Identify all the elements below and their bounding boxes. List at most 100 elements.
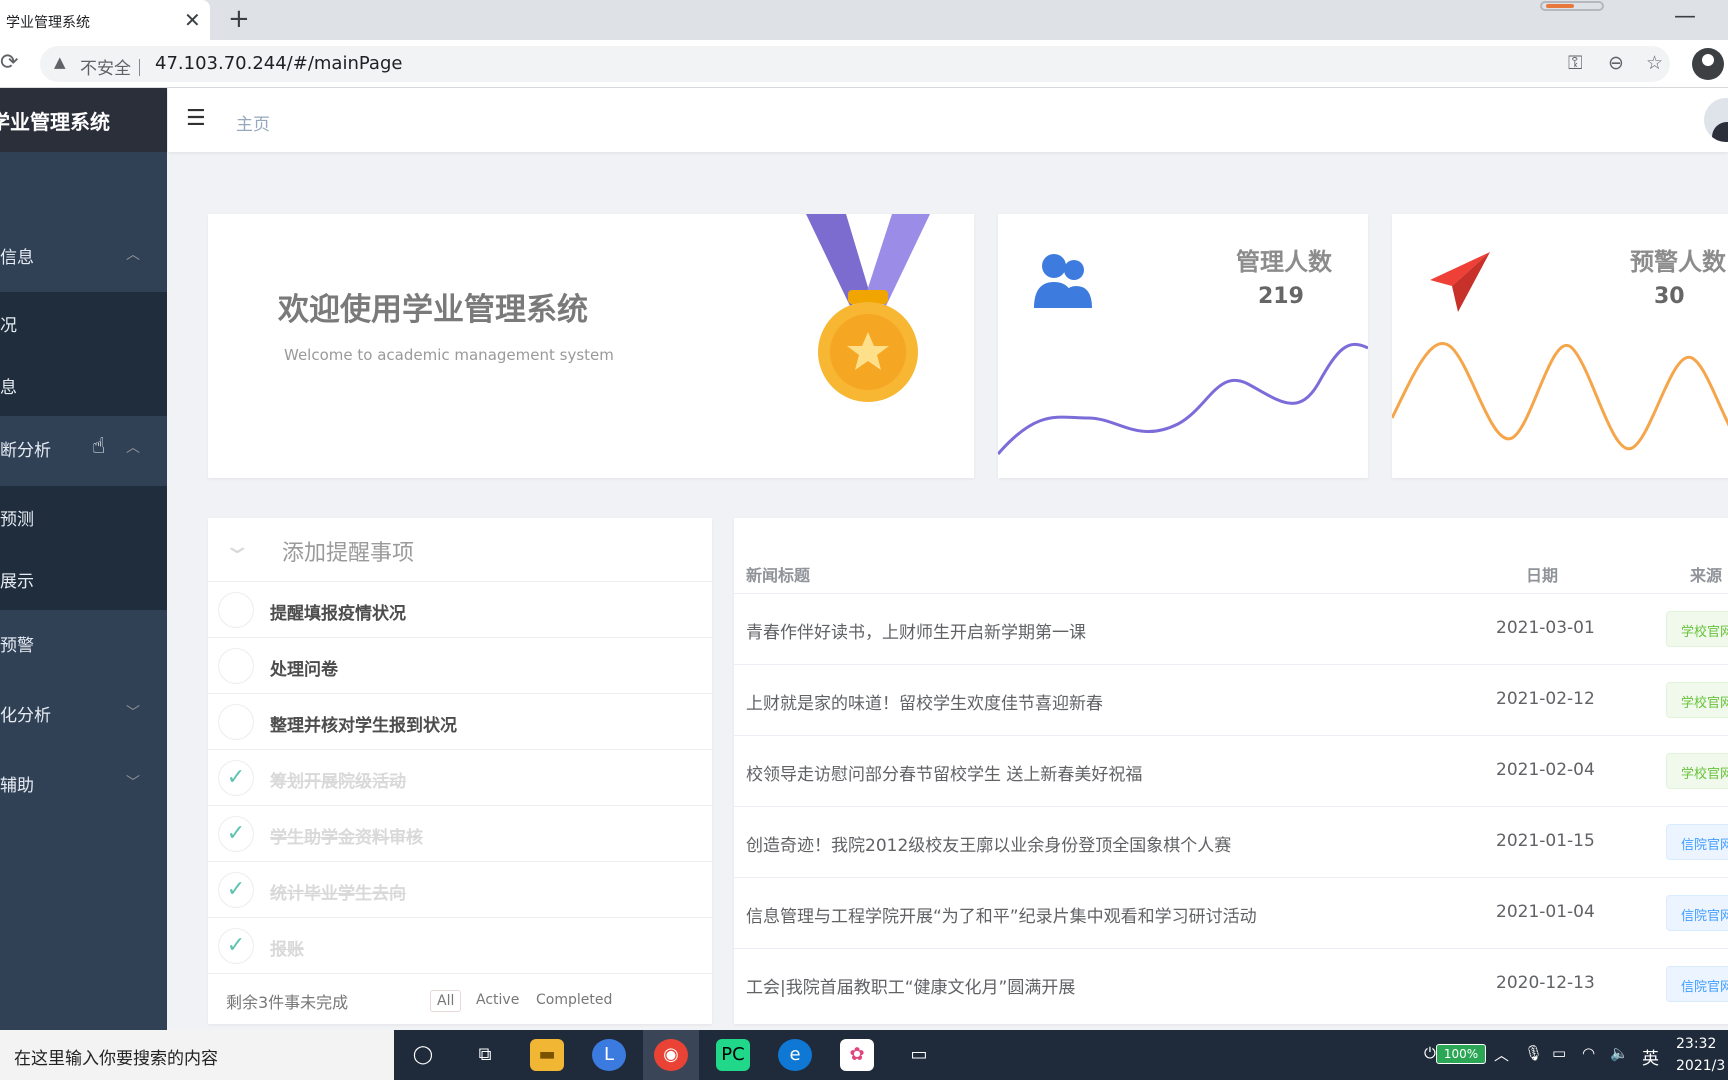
top-navbar: ☰ 主页 xyxy=(168,88,1728,152)
check-icon[interactable]: ✓ xyxy=(218,872,254,908)
table-row[interactable]: 创造奇迹！我院2012级校友王廓以业余身份登顶全国象棋个人赛 2021-01-1… xyxy=(734,806,1728,877)
breadcrumb[interactable]: 主页 xyxy=(236,110,270,135)
reload-icon[interactable]: ⟳ xyxy=(0,50,18,75)
ime-indicator[interactable]: 英 xyxy=(1642,1044,1659,1069)
stat-label: 预警人数 xyxy=(1630,248,1726,276)
minimize-icon[interactable]: — xyxy=(1674,4,1696,29)
todo-item-completed[interactable]: ✓ 统计毕业学生去向 xyxy=(208,862,712,918)
battery-tray-icon[interactable]: ▭ xyxy=(1552,1044,1566,1062)
sidebar-item-warning[interactable]: 预警 xyxy=(0,612,167,674)
pycharm-icon[interactable]: PC xyxy=(716,1039,750,1071)
insecure-label: 不安全｜ xyxy=(80,59,148,79)
mouse-cursor-icon: ☝ xyxy=(92,434,106,459)
news-title[interactable]: 信息管理与工程学院开展“为了和平”纪录片集中观看和学习研讨活动 xyxy=(746,902,1257,927)
wifi-icon[interactable]: ◠ xyxy=(1582,1044,1595,1062)
todo-checkbox[interactable] xyxy=(218,592,254,628)
news-date: 2021-02-12 xyxy=(1496,689,1595,709)
hamburger-menu-icon[interactable]: ☰ xyxy=(186,106,206,131)
cortana-circle-icon[interactable]: ◯ xyxy=(406,1039,440,1071)
profile-avatar-icon[interactable] xyxy=(1692,48,1724,80)
sidebar-item-analysis[interactable]: 断分析 ︿ xyxy=(0,417,167,479)
taskbar-search-box[interactable]: 在这里输入你要搜索的内容 xyxy=(0,1030,394,1080)
news-title[interactable]: 青春作伴好读书，上财师生开启新学期第一课 xyxy=(746,618,1086,643)
news-title[interactable]: 上财就是家的味道！留校学生欢度佳节喜迎新春 xyxy=(746,689,1103,714)
table-row[interactable]: 校领导走访慰问部分春节留校学生 送上新春美好祝福 2021-02-04 学校官网 xyxy=(734,735,1728,806)
table-row[interactable]: 青春作伴好读书，上财师生开启新学期第一课 2021-03-01 学校官网 xyxy=(734,593,1728,664)
todo-text: 报账 xyxy=(270,940,304,960)
sidebar-subitem-info[interactable]: 息 xyxy=(0,354,167,416)
address-bar[interactable]: ▲ 不安全｜ 47.103.70.244/#/mainPage ⚿ ⊖ ☆ xyxy=(40,46,1670,82)
warning-trend-sparkline xyxy=(1392,341,1728,451)
app-flower-icon[interactable]: ✿ xyxy=(840,1039,874,1071)
todo-item-completed[interactable]: ✓ 筹划开展院级活动 xyxy=(208,750,712,806)
news-title[interactable]: 工会|我院首届教职工“健康文化月”圆满开展 xyxy=(746,973,1075,998)
filter-active[interactable]: Active xyxy=(470,990,525,1010)
volume-icon[interactable]: 🔈 xyxy=(1610,1044,1629,1062)
sidebar-item-label: 预警 xyxy=(0,636,34,656)
todo-footer: 剩余3件事未完成 All Active Completed xyxy=(208,974,712,1024)
todo-item[interactable]: 提醒填报疫情状况 xyxy=(208,582,712,638)
todo-remaining-count: 剩余3件事未完成 xyxy=(226,993,349,1012)
taskbar-search-placeholder: 在这里输入你要搜索的内容 xyxy=(14,1049,218,1069)
news-date: 2021-01-04 xyxy=(1496,902,1595,922)
filter-all[interactable]: All xyxy=(430,990,462,1012)
chevron-up-icon: ︿ xyxy=(126,247,140,263)
todo-card: ⌄ 添加提醒事项 提醒填报疫情状况 处理问卷 整理并核对学生报到状况 ✓ 筹划开… xyxy=(208,518,712,1024)
new-tab-icon[interactable]: + xyxy=(228,4,250,34)
table-row[interactable]: 信息管理与工程学院开展“为了和平”纪录片集中观看和学习研讨活动 2021-01-… xyxy=(734,877,1728,948)
zoom-out-icon[interactable]: ⊖ xyxy=(1608,52,1624,74)
todo-checkbox[interactable] xyxy=(218,704,254,740)
chrome-icon[interactable]: ◉ xyxy=(654,1039,688,1071)
todo-checkbox[interactable] xyxy=(218,648,254,684)
tab-search-indicator-icon[interactable] xyxy=(1540,1,1604,11)
browser-tab[interactable]: 学业管理系统 ✕ xyxy=(0,0,210,40)
table-row[interactable]: 工会|我院首届教职工“健康文化月”圆满开展 2020-12-13 信院官网 xyxy=(734,948,1728,1019)
stat-card-warning: 预警人数 30 xyxy=(1392,214,1728,478)
url-text[interactable]: 47.103.70.244/#/mainPage xyxy=(155,53,402,74)
todo-item-completed[interactable]: ✓ 报账 xyxy=(208,918,712,974)
check-icon[interactable]: ✓ xyxy=(218,760,254,796)
stat-label: 管理人数 xyxy=(1236,248,1332,276)
edge-icon[interactable]: e xyxy=(778,1039,812,1071)
user-avatar[interactable] xyxy=(1704,98,1728,142)
camera-app-icon[interactable]: ▭ xyxy=(902,1039,936,1071)
chevron-down-icon: ﹀ xyxy=(126,775,140,791)
news-title[interactable]: 校领导走访慰问部分春节留校学生 送上新春美好祝福 xyxy=(746,760,1142,785)
show-hidden-icons-chevron-icon[interactable]: ︿ xyxy=(1494,1044,1509,1065)
news-title[interactable]: 创造奇迹！我院2012级校友王廓以业余身份登顶全国象棋个人赛 xyxy=(746,831,1231,856)
column-header-source: 来源 xyxy=(1690,566,1723,585)
filter-completed[interactable]: Completed xyxy=(530,990,618,1010)
check-icon[interactable]: ✓ xyxy=(218,928,254,964)
sidebar-subitem-status[interactable]: 况 xyxy=(0,292,167,354)
task-view-icon[interactable]: ⧉ xyxy=(468,1039,502,1071)
sidebar-item-assist[interactable]: 辅助 ﹀ xyxy=(0,752,167,814)
todo-item[interactable]: 整理并核对学生报到状况 xyxy=(208,694,712,750)
clock-time: 23:32 xyxy=(1676,1036,1717,1052)
bookmark-star-icon[interactable]: ☆ xyxy=(1646,52,1663,74)
stat-value: 219 xyxy=(1258,284,1304,309)
sidebar-item-visual-analysis[interactable]: 化分析 ﹀ xyxy=(0,682,167,744)
sidebar-item-info[interactable]: 信息 ︿ xyxy=(0,224,167,286)
todo-item[interactable]: 处理问卷 xyxy=(208,638,712,694)
medal-icon xyxy=(806,214,930,402)
sidebar-item-label: 息 xyxy=(0,378,17,398)
battery-indicator[interactable]: 100% xyxy=(1436,1044,1486,1064)
app-l-icon[interactable]: L xyxy=(592,1039,626,1071)
chevron-up-icon: ︿ xyxy=(126,440,140,456)
key-icon[interactable]: ⚿ xyxy=(1568,52,1582,74)
todo-item-completed[interactable]: ✓ 学生助学金资料审核 xyxy=(208,806,712,862)
sidebar-subitem-predict[interactable]: 预测 xyxy=(0,486,167,548)
microphone-icon[interactable]: 🎙 xyxy=(1524,1044,1543,1062)
stat-value: 30 xyxy=(1654,284,1685,309)
table-row[interactable]: 上财就是家的味道！留校学生欢度佳节喜迎新春 2021-02-12 学校官网 xyxy=(734,664,1728,735)
toggle-all-chevron-icon[interactable]: ⌄ xyxy=(222,534,252,559)
check-icon[interactable]: ✓ xyxy=(218,816,254,852)
tab-close-icon[interactable]: ✕ xyxy=(184,8,201,32)
file-explorer-icon[interactable]: ▬ xyxy=(530,1039,564,1071)
welcome-card: 欢迎使用学业管理系统 Welcome to academic managemen… xyxy=(208,214,974,478)
sidebar-subitem-display[interactable]: 展示 xyxy=(0,548,167,610)
users-icon xyxy=(1034,254,1092,308)
todo-new-input[interactable]: 添加提醒事项 xyxy=(282,535,414,567)
taskbar-clock[interactable]: 23:32 2021/3 xyxy=(1676,1033,1725,1077)
news-date: 2020-12-13 xyxy=(1496,973,1595,993)
